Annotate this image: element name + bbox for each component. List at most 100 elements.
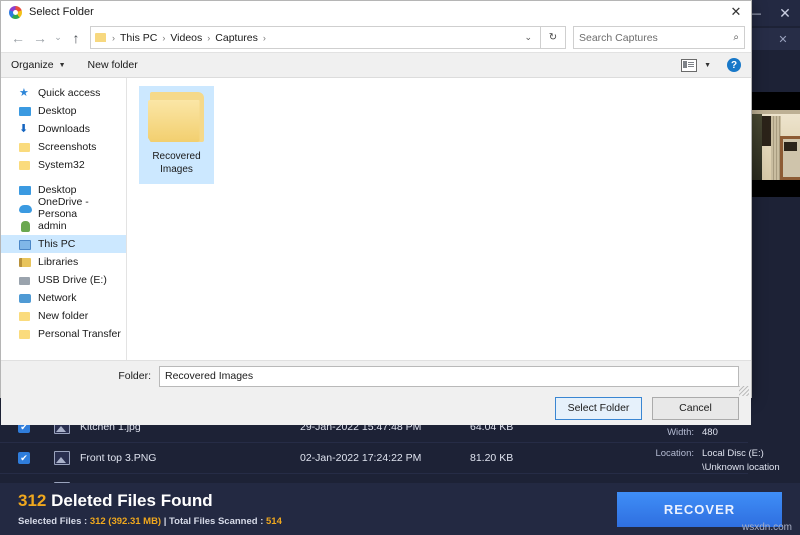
monitor-icon — [19, 184, 32, 197]
file-name: Front top 3.PNG — [80, 452, 157, 464]
sidebar-item-label: Libraries — [38, 256, 79, 268]
search-input[interactable]: Search Captures ⌕ — [573, 26, 745, 49]
cloud-icon — [19, 202, 32, 215]
dialog-body: ★ Quick access Desktop ⬇ Downloads Scree… — [1, 78, 751, 360]
address-bar-row: ← → ⌄ ↑ › This PC › Videos › Captures › … — [1, 23, 751, 52]
sidebar-item-label: New folder — [38, 310, 89, 322]
refresh-icon[interactable]: ↻ — [541, 26, 566, 49]
recent-locations-icon[interactable]: ⌄ — [51, 27, 65, 49]
star-icon: ★ — [19, 86, 29, 99]
organize-label: Organize — [11, 59, 54, 71]
breadcrumb-item-videos[interactable]: Videos — [168, 32, 204, 44]
table-row[interactable]: ✔ Front top 3.PNG 02-Jan-2022 17:24:22 P… — [0, 443, 748, 474]
folder-icon — [95, 33, 106, 42]
sidebar-item-screenshots[interactable]: Screenshots — [1, 138, 126, 156]
status-bar: 312 Deleted Files Found Selected Files :… — [0, 483, 800, 535]
download-icon: ⬇ — [19, 122, 29, 135]
pc-icon — [19, 238, 32, 251]
folder-icon — [19, 310, 32, 323]
watermark: wsxdn.com — [741, 522, 792, 533]
dialog-toolbar: Organize ▼ New folder ▼ ? — [1, 52, 751, 78]
library-icon — [19, 256, 32, 269]
sidebar-item-label: USB Drive (E:) — [38, 274, 107, 286]
sidebar-item-label: OneDrive - Persona — [38, 196, 89, 220]
chevron-down-icon[interactable]: ⌄ — [524, 32, 536, 43]
image-preview-thumbnail — [749, 92, 800, 197]
sidebar-item-new-folder[interactable]: New folder — [1, 307, 126, 325]
network-icon — [19, 292, 32, 305]
search-placeholder: Search Captures — [579, 31, 658, 44]
sidebar-item-onedrive[interactable]: OneDrive - Persona — [1, 196, 126, 220]
sidebar-item-personal-transfer[interactable]: Personal Transfer — [1, 325, 126, 343]
folder-content-pane[interactable]: Recovered Images — [127, 78, 751, 360]
sidebar-item-libraries[interactable]: Libraries — [1, 253, 126, 271]
sidebar-item-label: System32 — [38, 159, 85, 171]
app-logo-icon — [9, 5, 22, 19]
sidebar-item-this-pc[interactable]: This PC — [1, 235, 126, 253]
toolbar-right-group: ▼ ? — [681, 58, 741, 72]
new-folder-button[interactable]: New folder — [88, 59, 138, 71]
resize-grip[interactable] — [739, 386, 749, 396]
breadcrumb-separator: › — [162, 32, 166, 43]
file-date: 02-Jan-2022 17:24:22 PM — [300, 452, 422, 464]
sidebar-item-label: Screenshots — [38, 141, 97, 153]
organize-button[interactable]: Organize ▼ — [11, 59, 66, 71]
sidebar-item-label: admin — [38, 220, 67, 232]
deleted-files-found-title: 312 Deleted Files Found — [18, 491, 213, 511]
folder-name-input[interactable]: Recovered Images — [159, 365, 739, 387]
search-icon: ⌕ — [733, 32, 739, 43]
sidebar-item-label: Quick access — [38, 87, 101, 99]
sidebar-item-label: This PC — [38, 238, 76, 250]
dialog-close-icon[interactable]: ✕ — [727, 4, 745, 20]
help-icon[interactable]: ? — [727, 58, 741, 72]
close-icon[interactable]: ✕ — [770, 0, 800, 26]
breadcrumb-item-captures[interactable]: Captures — [213, 32, 260, 44]
back-icon[interactable]: ← — [7, 27, 29, 49]
sidebar-item-label: Personal Transfer — [38, 328, 121, 340]
total-scanned-count: 514 — [266, 516, 282, 527]
folder-icon — [147, 92, 206, 144]
file-size: 81.20 KB — [470, 452, 514, 464]
sidebar-item-usb-drive[interactable]: USB Drive (E:) — [1, 271, 126, 289]
scanned-label: | Total Files Scanned : — [161, 516, 266, 527]
sidebar-item-quick-access[interactable]: ★ Quick access — [1, 84, 126, 102]
navigation-pane: ★ Quick access Desktop ⬇ Downloads Scree… — [1, 78, 127, 360]
select-folder-button[interactable]: Select Folder — [555, 396, 642, 420]
chevron-down-icon: ▼ — [58, 61, 66, 69]
dialog-title: Select Folder — [29, 6, 94, 18]
sidebar-item-label: Downloads — [38, 123, 90, 135]
sidebar-item-network[interactable]: Network — [1, 289, 126, 307]
folder-icon — [19, 141, 32, 154]
sidebar-item-label: Desktop — [38, 184, 77, 196]
sidebar-item-system32[interactable]: System32 — [1, 156, 126, 174]
folder-icon — [19, 159, 32, 172]
selected-files-count: 312 (392.31 MB) — [89, 516, 162, 527]
folder-field-label: Folder: — [118, 370, 151, 382]
secondary-close-icon[interactable]: ✕ — [770, 28, 796, 50]
sidebar-item-desktop[interactable]: Desktop — [1, 102, 126, 120]
address-input[interactable]: › This PC › Videos › Captures › ⌄ — [90, 26, 541, 49]
breadcrumb-separator: › — [207, 32, 211, 43]
selection-summary: Selected Files : 312 (392.31 MB) | Total… — [18, 516, 282, 527]
cancel-button[interactable]: Cancel — [652, 396, 739, 420]
folder-tile-recovered-images[interactable]: Recovered Images — [139, 86, 214, 184]
dialog-titlebar: Select Folder — [1, 1, 751, 23]
breadcrumb-separator: › — [262, 32, 266, 43]
change-view-icon[interactable] — [681, 58, 698, 72]
image-file-icon — [54, 451, 70, 465]
user-icon — [19, 220, 32, 233]
row-checkbox[interactable]: ✔ — [18, 452, 30, 464]
preview-image-content — [749, 110, 800, 180]
chevron-down-icon[interactable]: ▼ — [704, 62, 711, 69]
monitor-icon — [19, 105, 32, 118]
sidebar-item-label: Network — [38, 292, 77, 304]
up-icon[interactable]: ↑ — [65, 27, 87, 49]
forward-icon[interactable]: → — [29, 27, 51, 49]
breadcrumb-separator: › — [112, 32, 115, 43]
folder-tile-label: Recovered Images — [152, 151, 201, 175]
selected-files-prefix: Selected Files : — [18, 516, 90, 527]
sidebar-item-downloads[interactable]: ⬇ Downloads — [1, 120, 126, 138]
deleted-files-label: Deleted Files Found — [46, 491, 213, 510]
breadcrumb-item-this-pc[interactable]: This PC — [118, 32, 159, 44]
select-folder-dialog: Select Folder ✕ ← → ⌄ ↑ › This PC › Vide… — [0, 0, 752, 425]
